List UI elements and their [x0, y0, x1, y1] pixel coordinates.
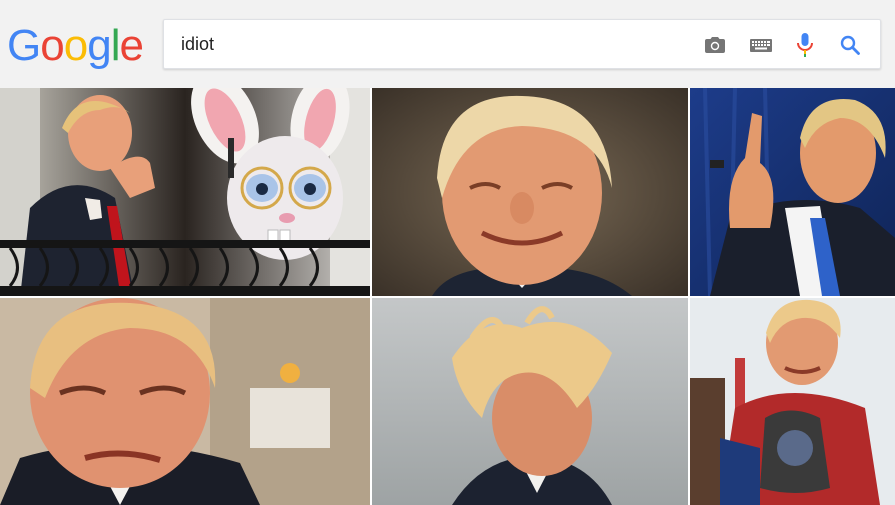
header-bar: Google [0, 0, 895, 88]
result-image-2[interactable] [372, 88, 688, 296]
result-image-4[interactable] [0, 298, 370, 505]
microphone-icon[interactable] [792, 32, 818, 58]
logo-letter-l: l [110, 21, 121, 70]
logo-letter-o2: o [63, 21, 89, 70]
image-results-grid [0, 88, 895, 505]
google-logo[interactable]: Google [7, 18, 144, 74]
logo-letter-e: e [119, 21, 144, 70]
result-image-5[interactable] [372, 298, 688, 505]
result-image-6[interactable] [690, 298, 895, 505]
result-image-1[interactable] [0, 88, 370, 296]
logo-letter-g2: g [87, 21, 112, 70]
camera-icon[interactable] [702, 32, 728, 58]
search-box [163, 19, 881, 69]
search-input[interactable] [181, 20, 681, 68]
search-icon[interactable] [837, 32, 863, 58]
logo-letter-o1: o [40, 21, 65, 70]
logo-letter-g: G [7, 21, 41, 70]
keyboard-icon[interactable] [748, 32, 774, 58]
result-image-3[interactable] [690, 88, 895, 296]
